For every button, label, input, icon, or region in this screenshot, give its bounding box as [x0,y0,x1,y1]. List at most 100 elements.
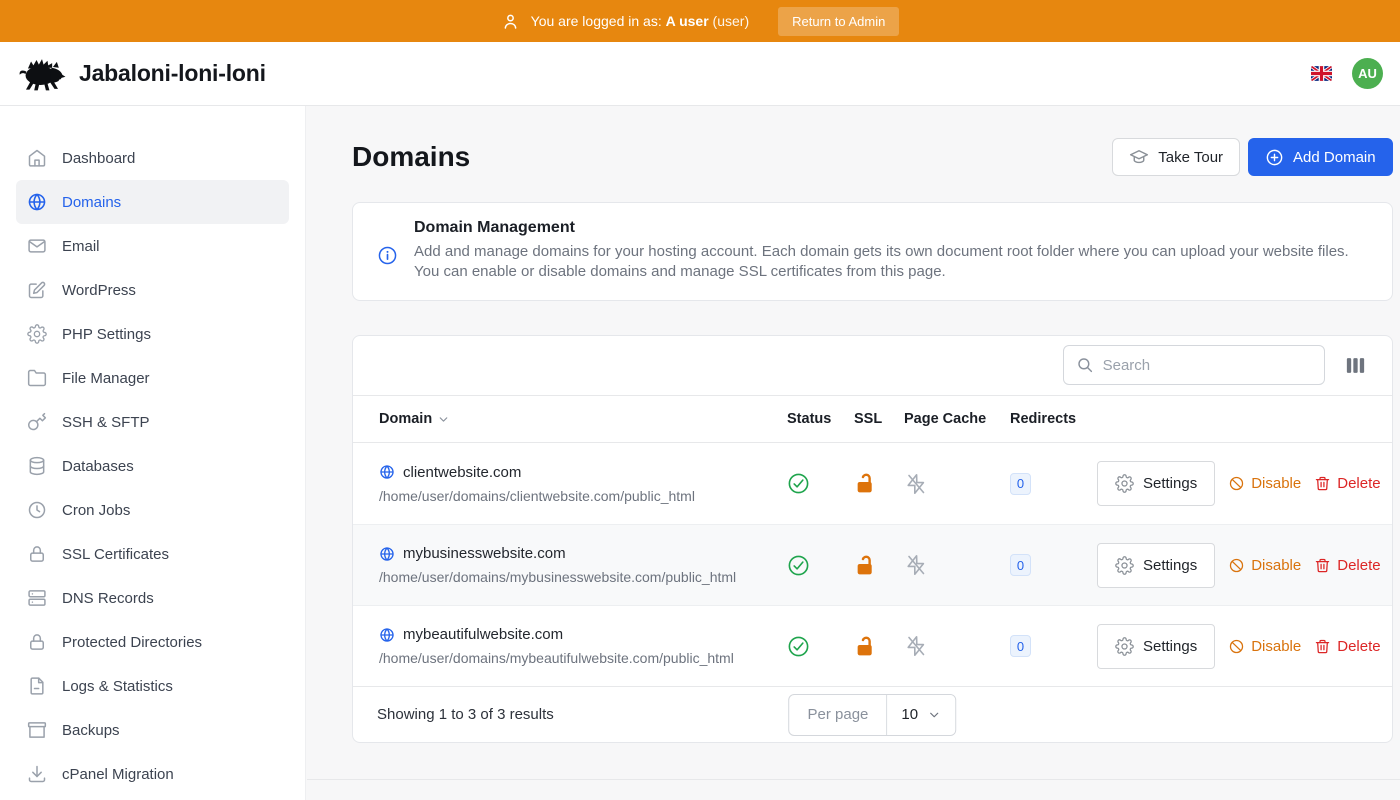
add-domain-button[interactable]: Add Domain [1248,138,1393,176]
brand: Jabaloni-loni-loni [17,55,266,93]
domain-name: mybusinesswebsite.com [403,545,566,562]
results-summary: Showing 1 to 3 of 3 results [377,706,554,723]
sidebar-item-label: Email [62,238,100,255]
plus-circle-icon [1265,148,1284,167]
settings-button[interactable]: Settings [1097,624,1215,669]
column-header-page-cache: Page Cache [904,411,1010,427]
globe-icon [27,192,47,212]
search-icon [1076,356,1094,374]
sidebar-item-label: Cron Jobs [62,502,130,519]
sidebar-item-php-settings[interactable]: PHP Settings [16,312,289,356]
status-enabled-icon [787,554,854,577]
take-tour-button[interactable]: Take Tour [1112,138,1240,176]
domain-management-info-box: Domain Management Add and manage domains… [352,202,1393,301]
archive-icon [27,720,47,740]
info-box-description: Add and manage domains for your hosting … [414,242,1349,282]
sidebar-item-label: cPanel Migration [62,766,174,783]
delete-button[interactable]: Delete [1314,557,1380,574]
sidebar-item-databases[interactable]: Databases [16,444,289,488]
domain-path: /home/user/domains/mybusinesswebsite.com… [379,569,787,585]
ssl-unlocked-icon [854,471,904,496]
gear-icon [1115,556,1134,575]
column-header-ssl: SSL [854,411,904,427]
sidebar-item-cpanel-migration[interactable]: cPanel Migration [16,752,289,796]
redirects-count-badge: 0 [1010,473,1031,495]
ban-icon [1228,475,1245,492]
settings-button[interactable]: Settings [1097,543,1215,588]
table-row: mybusinesswebsite.com /home/user/domains… [353,524,1392,605]
sidebar-item-ssl-certificates[interactable]: SSL Certificates [16,532,289,576]
disable-button[interactable]: Disable [1228,475,1301,492]
page-cache-off-icon [904,472,1010,496]
per-page-label: Per page [790,695,888,735]
domain-name: mybeautifulwebsite.com [403,626,563,643]
redirects-count-badge: 0 [1010,635,1031,657]
ssl-unlocked-icon [854,634,904,659]
page-cache-off-icon [904,553,1010,577]
user-icon [501,12,520,31]
lock-icon [27,544,47,564]
sidebar-item-label: Databases [62,458,134,475]
trash-icon [1314,475,1331,492]
sidebar-item-ssh-sftp[interactable]: SSH & SFTP [16,400,289,444]
sidebar-item-label: Dashboard [62,150,135,167]
impersonation-message: You are logged in as: A user (user) [531,13,749,29]
disable-button[interactable]: Disable [1228,638,1301,655]
domains-table: Domain Status SSL Page Cache Redirects c… [352,335,1393,743]
sidebar-item-protected-directories[interactable]: Protected Directories [16,620,289,664]
lock-icon [27,632,47,652]
page-title: Domains [352,141,470,173]
download-icon [27,764,47,784]
status-enabled-icon [787,635,854,658]
sidebar-item-backups[interactable]: Backups [16,708,289,752]
table-header-row: Domain Status SSL Page Cache Redirects [353,395,1392,443]
status-enabled-icon [787,472,854,495]
sidebar-item-label: PHP Settings [62,326,151,343]
ban-icon [1228,638,1245,655]
sidebar-item-email[interactable]: Email [16,224,289,268]
column-header-redirects: Redirects [1010,411,1097,427]
sidebar-item-wordpress[interactable]: WordPress [16,268,289,312]
gear-icon [1115,637,1134,656]
per-page-control: Per page 10 [789,694,957,736]
column-header-domain[interactable]: Domain [379,411,787,427]
sidebar-item-file-manager[interactable]: File Manager [16,356,289,400]
table-row: mybeautifulwebsite.com /home/user/domain… [353,605,1392,686]
sidebar-item-domains[interactable]: Domains [16,180,289,224]
sidebar-item-label: Protected Directories [62,634,202,651]
ban-icon [1228,557,1245,574]
main-content: Domains Take Tour Add Domain Domain Mana… [306,106,1400,800]
column-header-status: Status [787,411,854,427]
sidebar-item-logs-statistics[interactable]: Logs & Statistics [16,664,289,708]
folder-icon [27,368,47,388]
search-input[interactable] [1103,357,1312,374]
gear-icon [1115,474,1134,493]
server-icon [27,588,47,608]
sidebar-item-label: Domains [62,194,121,211]
page-cache-off-icon [904,634,1010,658]
disable-button[interactable]: Disable [1228,557,1301,574]
settings-button[interactable]: Settings [1097,461,1215,506]
language-flag-icon[interactable] [1311,66,1332,81]
app-header: Jabaloni-loni-loni AU [0,42,1400,106]
return-to-admin-button[interactable]: Return to Admin [778,7,899,36]
edit-icon [27,280,47,300]
columns-toggle-button[interactable] [1343,354,1368,377]
per-page-select[interactable]: 10 [887,695,955,735]
sidebar-item-dashboard[interactable]: Dashboard [16,136,289,180]
brand-title: Jabaloni-loni-loni [79,60,266,87]
domain-name: clientwebsite.com [403,464,521,481]
database-icon [27,456,47,476]
domain-path: /home/user/domains/clientwebsite.com/pub… [379,488,787,504]
graduation-cap-icon [1129,147,1149,167]
sidebar-item-cron-jobs[interactable]: Cron Jobs [16,488,289,532]
trash-icon [1314,638,1331,655]
globe-icon [379,546,395,562]
avatar[interactable]: AU [1352,58,1383,89]
home-icon [27,148,47,168]
info-box-title: Domain Management [414,219,1349,237]
sidebar-item-dns-records[interactable]: DNS Records [16,576,289,620]
delete-button[interactable]: Delete [1314,475,1380,492]
table-row: clientwebsite.com /home/user/domains/cli… [353,443,1392,524]
delete-button[interactable]: Delete [1314,638,1380,655]
